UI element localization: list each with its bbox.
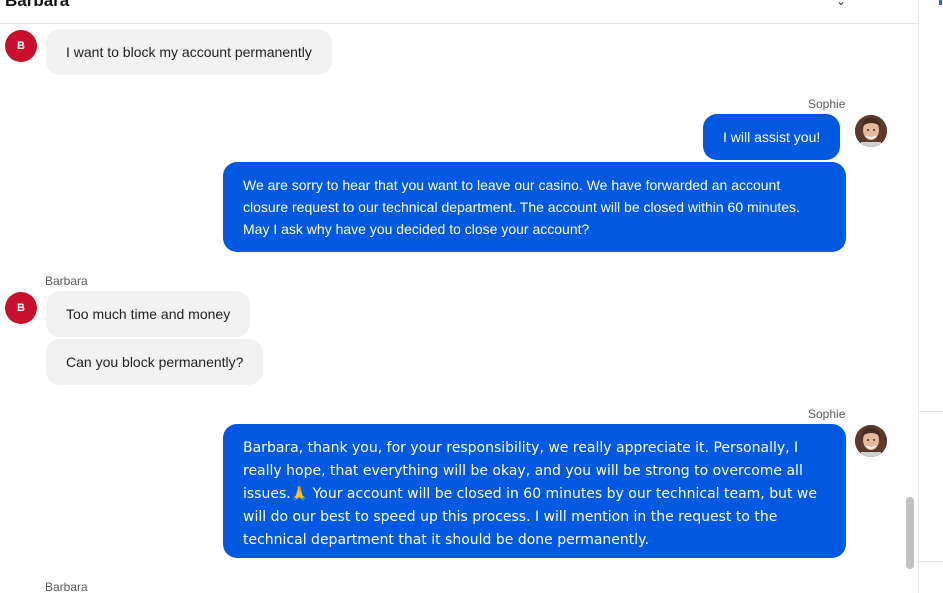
avatar (855, 115, 887, 147)
divider (919, 411, 943, 412)
message-bubble-outgoing: I will assist you! (703, 114, 841, 160)
contact-name: Barbara (5, 0, 70, 10)
sender-label: Sophie (808, 97, 846, 111)
avatar-letter: B (17, 40, 25, 52)
avatar: B (5, 30, 37, 62)
message-bubble-incoming: Can you block permanently? (46, 339, 264, 385)
avatar (855, 425, 887, 457)
scrollbar-thumb[interactable] (906, 497, 914, 569)
sender-label: Barbara (45, 274, 88, 288)
divider (919, 561, 943, 562)
chat-header: Barbara ⌄ (0, 0, 918, 24)
sender-label: Sophie (808, 407, 846, 421)
active-tab-indicator (939, 0, 942, 5)
agent-photo (855, 115, 887, 147)
message-text: We are sorry to hear that you want to le… (243, 177, 800, 237)
avatar-letter: B (17, 302, 25, 314)
chat-window: Barbara ⌄ B I want to block my account p… (0, 0, 943, 593)
message-text: Too much time and money (66, 306, 231, 322)
side-panel (918, 0, 943, 593)
message-bubble-incoming: Too much time and money (46, 291, 251, 337)
avatar: B (5, 292, 37, 324)
message-bubble-outgoing: We are sorry to hear that you want to le… (223, 162, 846, 252)
message-bubble-incoming: I want to block my account permanently (46, 29, 332, 75)
agent-photo (855, 425, 887, 457)
chevron-icon[interactable]: ⌄ (836, 0, 846, 8)
message-text: I will assist you! (723, 129, 821, 145)
message-bubble-outgoing: Barbara, thank you, for your responsibil… (223, 424, 846, 558)
message-text: I want to block my account permanently (66, 44, 312, 60)
message-text: Can you block permanently? (66, 354, 244, 370)
message-text: Barbara, thank you, for your responsibil… (243, 440, 817, 548)
sender-label: Barbara (45, 580, 88, 593)
